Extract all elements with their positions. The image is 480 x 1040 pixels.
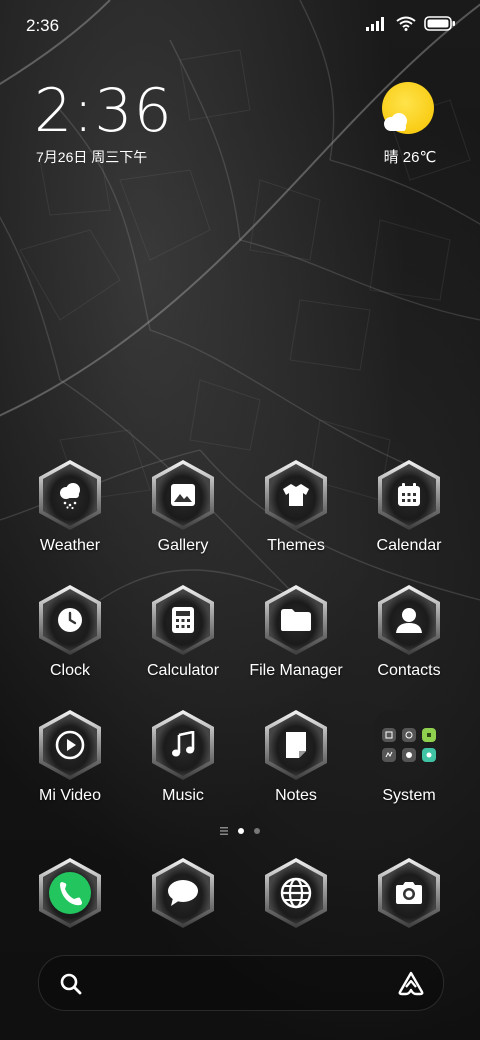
search-bar[interactable] [38, 955, 444, 1011]
app-gallery[interactable]: Gallery [128, 458, 238, 555]
clock-widget-time[interactable]: 2:36 [34, 76, 173, 146]
clock-icon [58, 608, 82, 632]
mini-app-icon [422, 748, 436, 762]
mini-app-icon [402, 748, 416, 762]
status-bar: 2:36 [24, 14, 456, 38]
status-time: 2:36 [26, 16, 60, 35]
app-label: Calendar [376, 537, 442, 554]
app-notes[interactable]: Notes [241, 708, 351, 805]
app-contacts[interactable]: Contacts [354, 583, 464, 680]
weather-summary: 晴 26℃ [383, 149, 437, 166]
music-icon [172, 731, 195, 757]
messages-icon [168, 880, 198, 906]
app-system-folder[interactable]: System [354, 708, 464, 805]
play-icon [55, 730, 85, 760]
dock-phone[interactable] [15, 856, 125, 930]
dock-browser[interactable] [241, 856, 351, 930]
phone-icon [49, 872, 91, 914]
assistant-icon[interactable] [397, 970, 425, 996]
page-indicator[interactable] [0, 827, 480, 835]
battery-icon [424, 16, 455, 31]
dock-messages[interactable] [128, 856, 238, 930]
app-label: System [382, 787, 436, 804]
cloud-icon [384, 113, 407, 131]
mini-app-icon [382, 748, 396, 762]
contacts-icon [396, 608, 422, 633]
signal-icon [366, 16, 384, 31]
app-label: Calculator [146, 662, 220, 679]
wifi-icon [396, 16, 416, 31]
app-clock[interactable]: Clock [15, 583, 125, 680]
search-icon[interactable] [59, 972, 83, 996]
clock-widget-date: 7月26日 周三下午 [36, 149, 148, 165]
app-label: Gallery [157, 537, 209, 554]
camera-icon [396, 882, 422, 904]
app-label: Mi Video [39, 787, 101, 804]
app-drawer-lines-icon [220, 827, 228, 835]
app-label: Weather [39, 537, 101, 554]
app-mi-video[interactable]: Mi Video [15, 708, 125, 805]
app-weather[interactable]: Weather [15, 458, 125, 555]
mini-app-icon [382, 728, 396, 742]
app-label: Music [162, 787, 204, 804]
app-calendar[interactable]: Calendar [354, 458, 464, 555]
app-file-manager[interactable]: File Manager [241, 583, 351, 680]
app-calculator[interactable]: Calculator [128, 583, 238, 680]
browser-icon [280, 877, 312, 909]
system-folder-icon [374, 710, 444, 780]
gallery-icon [171, 484, 195, 506]
app-themes[interactable]: Themes [241, 458, 351, 555]
folder-icon [281, 609, 311, 631]
app-label: Notes [275, 787, 317, 804]
calendar-icon [398, 483, 420, 506]
app-music[interactable]: Music [128, 708, 238, 805]
mini-app-icon [422, 728, 436, 742]
dock-camera[interactable] [354, 856, 464, 930]
page-dot-active [238, 828, 244, 834]
weather-icon [60, 483, 80, 510]
app-label: Contacts [377, 662, 441, 679]
notes-icon [286, 732, 306, 758]
status-icons [366, 16, 456, 31]
app-label: Clock [49, 662, 90, 679]
themes-icon [283, 484, 309, 506]
page-dot [254, 828, 260, 834]
app-label: Themes [267, 537, 325, 554]
mini-app-icon [402, 728, 416, 742]
app-label: File Manager [249, 662, 343, 679]
calculator-icon [172, 607, 194, 633]
